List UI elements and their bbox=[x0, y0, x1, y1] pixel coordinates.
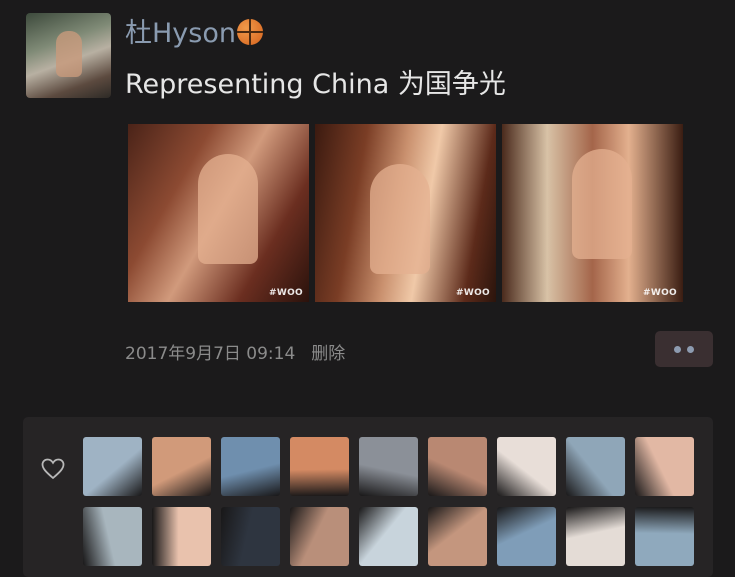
more-dots-icon bbox=[674, 345, 681, 353]
liker-avatar[interactable] bbox=[566, 437, 625, 496]
liker-avatar[interactable] bbox=[635, 437, 694, 496]
more-button[interactable] bbox=[655, 331, 713, 367]
liker-avatar[interactable] bbox=[83, 437, 142, 496]
media-frame: #WOO bbox=[128, 124, 309, 302]
liker-avatar[interactable] bbox=[152, 437, 211, 496]
liker-avatar[interactable] bbox=[359, 507, 418, 566]
liker-avatar[interactable] bbox=[428, 507, 487, 566]
liker-avatar[interactable] bbox=[635, 507, 694, 566]
liker-avatar-grid bbox=[83, 437, 703, 566]
liker-avatar[interactable] bbox=[566, 507, 625, 566]
post-timestamp: 2017年9月7日 09:14 bbox=[125, 344, 296, 364]
liker-avatar[interactable] bbox=[359, 437, 418, 496]
media-frame: #WOO bbox=[502, 124, 683, 302]
media-frame: #WOO bbox=[315, 124, 496, 302]
liker-avatar[interactable] bbox=[290, 437, 349, 496]
liker-avatar[interactable] bbox=[290, 507, 349, 566]
more-dots-icon bbox=[687, 345, 694, 353]
user-avatar[interactable] bbox=[26, 13, 111, 98]
username[interactable]: 杜Hyson bbox=[125, 18, 263, 50]
delete-link[interactable]: 删除 bbox=[311, 344, 345, 364]
liker-avatar[interactable] bbox=[83, 507, 142, 566]
liker-avatar[interactable] bbox=[221, 437, 280, 496]
figure-shape bbox=[572, 149, 632, 259]
heart-icon bbox=[41, 458, 65, 480]
watermark: #WOO bbox=[643, 288, 677, 298]
liker-avatar[interactable] bbox=[221, 507, 280, 566]
post-media[interactable]: #WOO #WOO #WOO bbox=[128, 124, 683, 302]
liker-avatar[interactable] bbox=[428, 437, 487, 496]
liker-avatar[interactable] bbox=[497, 437, 556, 496]
liker-avatar[interactable] bbox=[152, 507, 211, 566]
figure-shape bbox=[198, 154, 258, 264]
basketball-icon bbox=[236, 19, 263, 45]
liker-avatar[interactable] bbox=[497, 507, 556, 566]
figure-shape bbox=[370, 164, 430, 274]
post-text: Representing China 为国争光 bbox=[125, 69, 506, 100]
post-meta: 2017年9月7日 09:14 删除 bbox=[125, 343, 345, 365]
username-text: 杜Hyson bbox=[125, 18, 236, 49]
watermark: #WOO bbox=[269, 288, 303, 298]
avatar-figure bbox=[56, 31, 82, 77]
watermark: #WOO bbox=[456, 288, 490, 298]
